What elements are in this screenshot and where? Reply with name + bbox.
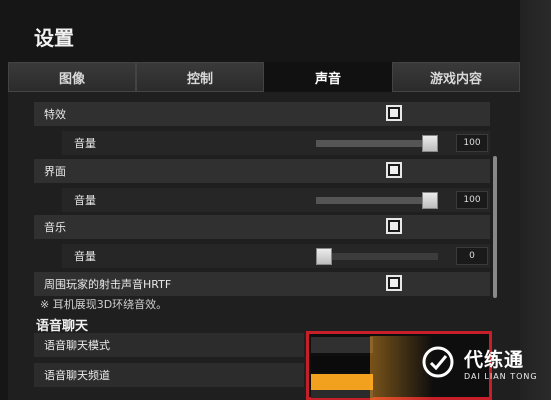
tab-bar: 图像 控制 声音 游戏内容 xyxy=(8,62,520,92)
scrollbar[interactable] xyxy=(493,156,497,298)
slider-thumb[interactable] xyxy=(316,248,332,265)
hrtf-checkbox[interactable] xyxy=(386,275,402,291)
brand-logo-icon xyxy=(422,346,454,378)
effects-row: 特效 xyxy=(34,102,490,126)
check-mark-icon xyxy=(390,166,398,174)
effects-volume-label: 音量 xyxy=(74,137,96,150)
slider-thumb[interactable] xyxy=(422,192,438,209)
voice-chat-channel-label: 语音聊天频道 xyxy=(44,369,110,382)
brand-name: 代练通 xyxy=(464,349,525,371)
tab-graphics[interactable]: 图像 xyxy=(8,62,136,92)
page-title: 设置 xyxy=(34,26,74,50)
slider-thumb[interactable] xyxy=(422,135,438,152)
effects-volume-slider[interactable] xyxy=(316,135,438,152)
slider-fill xyxy=(316,197,430,204)
music-row: 音乐 xyxy=(34,215,490,239)
effects-label: 特效 xyxy=(44,108,66,121)
ui-volume-row: 音量 100 xyxy=(62,188,490,212)
dropdown-option[interactable] xyxy=(311,337,373,353)
music-volume-label: 音量 xyxy=(74,250,96,263)
voice-chat-channel-row[interactable]: 语音聊天频道 xyxy=(34,363,304,387)
hrtf-note: ※ 耳机展现3D环绕音效。 xyxy=(40,298,168,311)
tab-gameplay[interactable]: 游戏内容 xyxy=(392,62,520,92)
ui-row: 界面 xyxy=(34,159,490,183)
music-label: 音乐 xyxy=(44,221,66,234)
ui-volume-slider[interactable] xyxy=(316,192,438,209)
check-mark-icon xyxy=(390,222,398,230)
effects-volume-value[interactable]: 100 xyxy=(456,134,488,152)
hrtf-row: 周围玩家的射击声音HRTF xyxy=(34,272,490,296)
effects-volume-row: 音量 100 xyxy=(62,131,490,155)
voice-chat-heading: 语音聊天 xyxy=(36,319,89,334)
ui-checkbox[interactable] xyxy=(386,162,402,178)
music-volume-slider[interactable] xyxy=(316,248,438,265)
slider-fill xyxy=(316,140,430,147)
ui-volume-value[interactable]: 100 xyxy=(456,191,488,209)
check-mark-icon xyxy=(390,109,398,117)
brand-name-en: DAI LIAN TONG xyxy=(464,372,538,381)
voice-chat-mode-label: 语音聊天模式 xyxy=(44,339,110,352)
ui-label: 界面 xyxy=(44,165,66,178)
tab-controls[interactable]: 控制 xyxy=(136,62,264,92)
check-mark-icon xyxy=(390,279,398,287)
music-checkbox[interactable] xyxy=(386,218,402,234)
music-volume-value[interactable]: 0 xyxy=(456,247,488,265)
effects-checkbox[interactable] xyxy=(386,105,402,121)
voice-chat-mode-row[interactable]: 语音聊天模式 xyxy=(34,333,304,357)
dropdown-option[interactable] xyxy=(311,390,373,398)
music-volume-row: 音量 0 xyxy=(62,244,490,268)
watermark: 代练通 DAI LIAN TONG xyxy=(370,336,551,400)
tab-sound[interactable]: 声音 xyxy=(264,62,392,92)
hrtf-label: 周围玩家的射击声音HRTF xyxy=(44,278,172,291)
dropdown-option-selected[interactable] xyxy=(311,374,373,390)
ui-volume-label: 音量 xyxy=(74,194,96,207)
dropdown-option[interactable] xyxy=(311,356,373,372)
